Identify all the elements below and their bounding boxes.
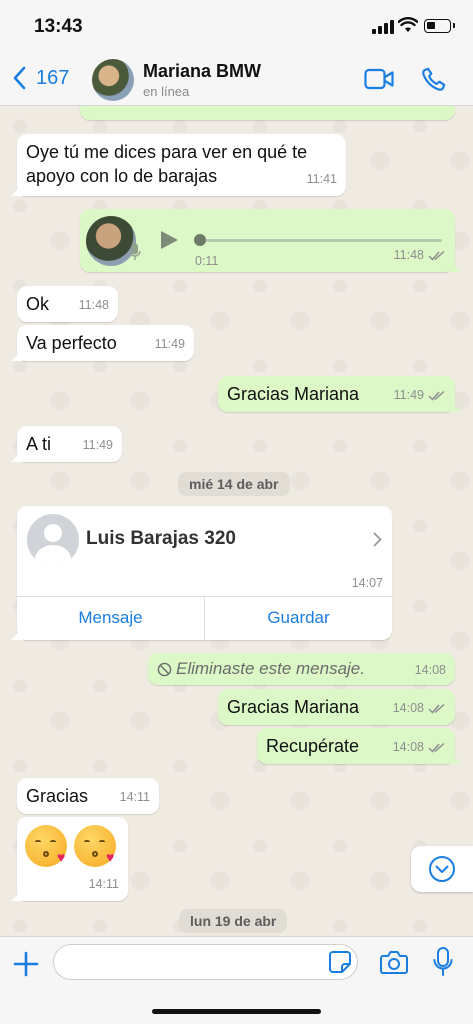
back-button[interactable]: 167 xyxy=(12,66,69,90)
message-bubble-partial xyxy=(80,106,455,120)
voice-progress-track[interactable] xyxy=(198,239,442,242)
contact-avatar[interactable] xyxy=(92,59,134,101)
deleted-message[interactable]: Eliminaste este mensaje. 14:08 xyxy=(148,653,455,685)
wifi-icon xyxy=(398,17,418,32)
message-time: 11:49 xyxy=(154,337,185,351)
contact-message-button[interactable]: Mensaje xyxy=(17,597,204,640)
message-time: 11:41 xyxy=(306,172,337,186)
message-time: 11:48 xyxy=(78,298,109,312)
message-outgoing[interactable]: Gracias Mariana 11:49 xyxy=(218,376,455,412)
play-icon[interactable] xyxy=(158,229,180,251)
video-call-icon[interactable] xyxy=(364,68,394,90)
message-text: Oye tú me dices para ver en qué te xyxy=(26,142,308,162)
message-outgoing[interactable]: Gracias Mariana 14:08 xyxy=(218,689,455,725)
kissing-face-emoji-icon: ♥ xyxy=(25,825,67,867)
message-time: 14:07 xyxy=(351,576,383,590)
camera-icon[interactable] xyxy=(380,949,408,975)
chat-header: 167 Mariana BMW en línea xyxy=(0,50,473,106)
status-time: 13:43 xyxy=(34,16,83,37)
blocked-icon xyxy=(157,662,172,676)
status-bar: 13:43 xyxy=(0,0,473,50)
contact-name[interactable]: Mariana BMW xyxy=(143,61,261,82)
date-separator: lun 19 de abr xyxy=(179,909,288,933)
message-time: 11:48 xyxy=(394,243,446,267)
chevron-left-icon xyxy=(13,66,26,90)
message-incoming[interactable]: Gracias 14:11 xyxy=(17,778,159,814)
contact-status: en línea xyxy=(143,84,190,99)
voice-message[interactable]: 0:11 11:48 xyxy=(80,209,455,272)
date-separator: mié 14 de abr xyxy=(178,472,290,496)
chat-area[interactable]: Oye tú me dices para ver en qué te apoyo… xyxy=(0,106,473,936)
message-incoming[interactable]: Va perfecto 11:49 xyxy=(17,325,194,361)
message-outgoing[interactable]: Recupérate 14:08 xyxy=(257,728,455,764)
message-time: 11:49 xyxy=(82,438,113,452)
sticker-icon[interactable] xyxy=(328,950,352,974)
chevron-right-icon[interactable] xyxy=(373,532,382,547)
voice-duration: 0:11 xyxy=(195,254,219,268)
message-incoming[interactable]: Oye tú me dices para ver en qué te apoyo… xyxy=(17,134,346,196)
message-time: 14:08 xyxy=(393,735,446,759)
cellular-signal-icon xyxy=(372,20,394,34)
contact-save-button[interactable]: Guardar xyxy=(204,597,392,640)
contact-card-avatar xyxy=(27,514,79,566)
message-time: 14:11 xyxy=(88,877,119,891)
message-incoming[interactable]: Ok 11:48 xyxy=(17,286,118,322)
message-time: 14:08 xyxy=(414,663,446,677)
read-ticks-icon xyxy=(428,703,445,714)
message-time: 11:49 xyxy=(394,383,446,407)
unread-count: 167 xyxy=(36,66,70,89)
voice-progress-handle[interactable] xyxy=(194,234,206,246)
phone-call-icon[interactable] xyxy=(421,66,447,92)
battery-icon xyxy=(424,19,455,33)
chevron-down-circle-icon xyxy=(429,856,455,882)
deleted-message-text: Eliminaste este mensaje. xyxy=(157,657,446,681)
contact-card-name[interactable]: Luis Barajas 320 xyxy=(86,528,236,550)
message-text: apoyo con lo de barajas xyxy=(26,166,218,186)
microphone-icon[interactable] xyxy=(433,947,453,977)
microphone-icon xyxy=(129,243,141,260)
message-input[interactable] xyxy=(53,944,358,980)
read-ticks-icon xyxy=(428,742,445,753)
input-bar xyxy=(0,936,473,1024)
home-indicator[interactable] xyxy=(152,1009,321,1014)
read-ticks-icon xyxy=(428,390,445,401)
contact-card[interactable]: Luis Barajas 320 14:07 Mensaje Guardar xyxy=(17,506,392,640)
contact-card-actions: Mensaje Guardar xyxy=(17,596,392,640)
message-incoming[interactable]: A ti 11:49 xyxy=(17,426,122,462)
message-time: 14:08 xyxy=(393,696,446,720)
scroll-to-bottom-button[interactable] xyxy=(411,846,473,892)
plus-icon[interactable] xyxy=(12,950,40,978)
emoji-message[interactable]: ♥ ♥ 14:11 xyxy=(17,817,128,901)
message-time: 14:11 xyxy=(119,790,150,804)
kissing-face-emoji-icon: ♥ xyxy=(74,825,116,867)
read-ticks-icon xyxy=(428,250,445,261)
